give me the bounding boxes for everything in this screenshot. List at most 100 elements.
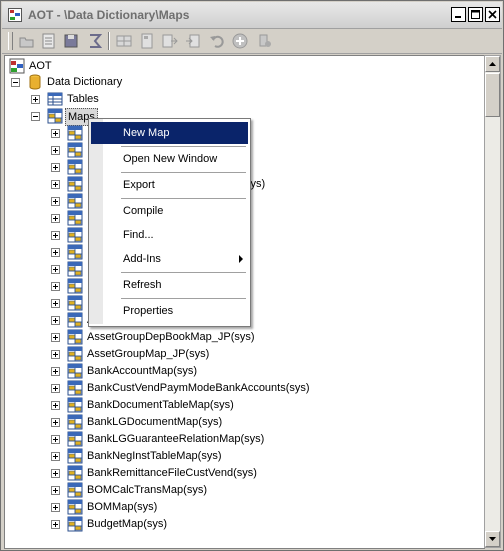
close-button[interactable] <box>485 7 500 22</box>
tree-node-label: BankLGDocumentMap(sys) <box>87 416 223 428</box>
expand-toggle[interactable] <box>51 435 60 444</box>
menu-item-new-map[interactable]: New Map <box>91 122 248 144</box>
minimize-icon <box>455 16 461 18</box>
expand-toggle[interactable] <box>51 163 60 172</box>
vertical-scrollbar[interactable] <box>484 55 501 548</box>
menu-item-add-ins[interactable]: Add-Ins <box>103 248 250 270</box>
tree-node-label: BankLGGuaranteeRelationMap(sys) <box>87 433 265 445</box>
map-icon <box>67 397 83 413</box>
expand-toggle[interactable] <box>51 299 60 308</box>
plus-icon <box>53 335 58 340</box>
plus-icon <box>53 182 58 187</box>
save-all-icon[interactable] <box>62 32 80 50</box>
scroll-up-button[interactable] <box>485 56 500 72</box>
add-icon[interactable] <box>231 32 249 50</box>
scroll-down-button[interactable] <box>485 531 500 547</box>
grid-icon[interactable] <box>115 32 133 50</box>
plus-icon <box>53 165 58 170</box>
map-icon <box>67 465 83 481</box>
expand-toggle[interactable] <box>51 129 60 138</box>
expand-toggle[interactable] <box>51 316 60 325</box>
map-icon <box>67 193 83 209</box>
minus-icon <box>13 82 18 83</box>
plus-icon <box>53 267 58 272</box>
compile-icon[interactable] <box>86 32 104 50</box>
close-icon <box>488 10 497 19</box>
plus-icon <box>53 199 58 204</box>
scroll-thumb[interactable] <box>485 73 500 117</box>
expand-toggle[interactable] <box>51 333 60 342</box>
tree-node-label: AOT <box>29 60 52 72</box>
expand-toggle[interactable] <box>51 486 60 495</box>
collapse-toggle[interactable] <box>11 78 20 87</box>
expand-toggle[interactable] <box>51 265 60 274</box>
expand-toggle[interactable] <box>51 248 60 257</box>
map-icon <box>67 482 83 498</box>
map-icon <box>67 210 83 226</box>
minimize-button[interactable] <box>451 7 466 22</box>
expand-toggle[interactable] <box>51 469 60 478</box>
expand-toggle[interactable] <box>51 401 60 410</box>
plus-icon <box>53 216 58 221</box>
plus-icon <box>53 437 58 442</box>
open-icon[interactable] <box>18 32 36 50</box>
menu-item-export[interactable]: Export <box>103 174 250 196</box>
menu-item-refresh[interactable]: Refresh <box>103 274 250 296</box>
import-icon[interactable] <box>161 32 179 50</box>
menu-item-label: New Map <box>123 127 170 139</box>
map-icon <box>67 448 83 464</box>
arrow-down-icon <box>489 537 496 541</box>
document-icon[interactable] <box>138 32 156 50</box>
debug-icon[interactable] <box>256 32 274 50</box>
map-icon <box>67 431 83 447</box>
toolbar <box>2 29 502 54</box>
expand-toggle[interactable] <box>51 146 60 155</box>
menu-item-open-new-window[interactable]: Open New Window <box>103 148 250 170</box>
map-icon <box>67 312 83 328</box>
plus-icon <box>33 97 38 102</box>
plus-icon <box>53 454 58 459</box>
map-icon <box>67 499 83 515</box>
tree-node-label: BankNegInstTableMap(sys) <box>87 450 222 462</box>
expand-toggle[interactable] <box>51 418 60 427</box>
properties-icon[interactable] <box>40 32 58 50</box>
menu-item-label: Properties <box>123 305 174 317</box>
map-icon <box>67 159 83 175</box>
toolbar-grip[interactable] <box>8 32 13 50</box>
expand-toggle[interactable] <box>51 452 60 461</box>
arrow-up-icon <box>489 62 496 66</box>
collapse-toggle[interactable] <box>31 112 40 121</box>
toolbar-separator <box>108 32 110 50</box>
plus-icon <box>53 488 58 493</box>
plus-icon <box>53 505 58 510</box>
expand-toggle[interactable] <box>51 503 60 512</box>
menu-item-label: Refresh <box>123 279 162 291</box>
menu-item-label: Compile <box>123 205 164 217</box>
expand-toggle[interactable] <box>51 197 60 206</box>
expand-toggle[interactable] <box>51 231 60 240</box>
map-icon <box>67 227 83 243</box>
export-icon[interactable] <box>184 32 202 50</box>
expand-toggle[interactable] <box>51 180 60 189</box>
expand-toggle[interactable] <box>51 367 60 376</box>
expand-toggle[interactable] <box>51 282 60 291</box>
expand-toggle[interactable] <box>51 350 60 359</box>
expand-toggle[interactable] <box>51 384 60 393</box>
menu-item-compile[interactable]: Compile <box>103 200 250 222</box>
tree-node-label: BankAccountMap(sys) <box>87 365 198 377</box>
tree-node-label: Data Dictionary <box>47 76 123 88</box>
map-icon <box>67 380 83 396</box>
tree-node-label: BankCustVendPaymModeBankAccounts(sys) <box>87 382 310 394</box>
map-icon <box>67 414 83 430</box>
plus-icon <box>53 471 58 476</box>
expand-toggle[interactable] <box>51 214 60 223</box>
undo-icon[interactable] <box>208 32 226 50</box>
menu-item-properties[interactable]: Properties <box>103 300 250 322</box>
expand-toggle[interactable] <box>31 95 40 104</box>
plus-icon <box>53 386 58 391</box>
expand-toggle[interactable] <box>51 520 60 529</box>
menu-item-find[interactable]: Find... <box>103 224 250 246</box>
restore-button[interactable] <box>468 7 483 22</box>
aot-window-icon <box>8 8 22 22</box>
map-icon <box>67 244 83 260</box>
